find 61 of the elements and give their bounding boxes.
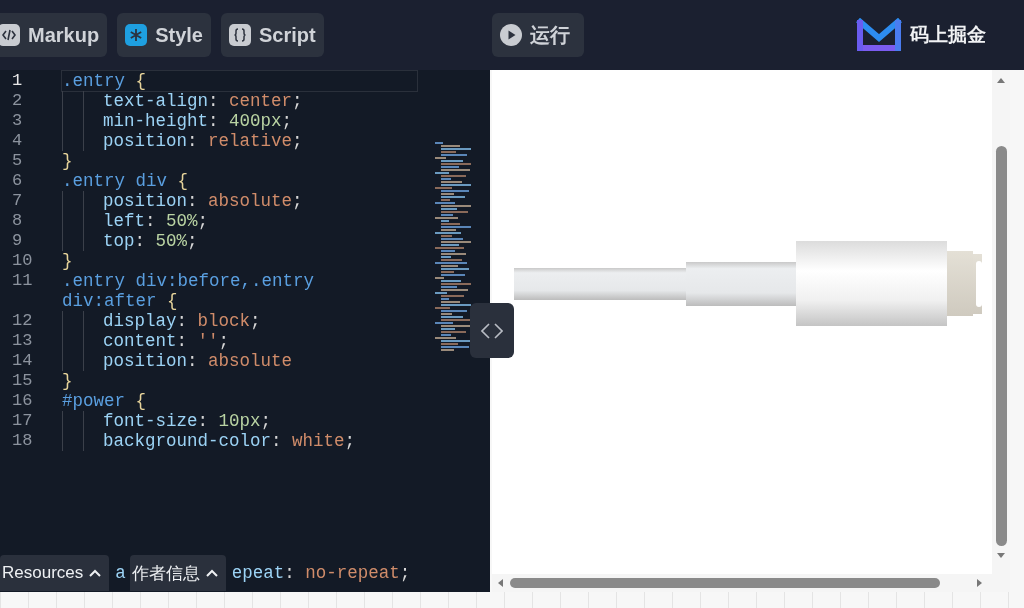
code-line: left: 50%; <box>103 211 210 231</box>
scroll-left-icon[interactable] <box>496 578 504 588</box>
logo-icon <box>856 18 902 52</box>
caret-icon <box>205 569 218 577</box>
scroll-up-icon[interactable] <box>996 76 1006 84</box>
line-number: 3 <box>11 111 24 130</box>
code-line: a <box>114 563 126 583</box>
code-line: } <box>62 251 74 271</box>
line-number: 4 <box>11 131 24 150</box>
scroll-down-icon[interactable] <box>996 552 1006 560</box>
line-number: 14 <box>11 351 34 370</box>
code-editor[interactable] <box>0 70 490 592</box>
line-number: 7 <box>11 191 24 210</box>
code-line: background-color: white; <box>103 431 357 451</box>
play-icon <box>500 24 522 46</box>
braces-icon <box>228 24 251 46</box>
vertical-scrollbar[interactable] <box>992 70 1010 574</box>
code-line: position: absolute; <box>103 191 304 211</box>
line-number: 5 <box>11 151 24 170</box>
code-line: text-align: center; <box>103 91 304 111</box>
code-line: .entry div:before,.entry div:after { <box>62 271 316 311</box>
scroll-right-icon[interactable] <box>976 578 984 588</box>
code-line: position: absolute <box>103 351 294 371</box>
code-line: } <box>62 371 74 391</box>
panel-toggle-button[interactable]: Resources <box>0 555 110 591</box>
caret-icon <box>89 569 102 577</box>
code-line: #power { <box>62 391 148 411</box>
code-line: content: ''; <box>103 331 231 351</box>
panel-resize-handle[interactable] <box>470 303 514 358</box>
line-number: 15 <box>11 371 34 390</box>
code-line: font-size: 10px; <box>103 411 273 431</box>
code-line: .entry div { <box>62 171 190 191</box>
line-number: 18 <box>11 431 34 450</box>
line-number: 17 <box>11 411 34 430</box>
logo-text: 码上掘金 <box>910 23 986 47</box>
editor-tab[interactable]: Style <box>117 13 211 57</box>
run-button[interactable]: 运行 <box>492 13 584 57</box>
code-line: epeat: no-repeat; <box>230 563 411 583</box>
line-number: 1 <box>11 71 24 90</box>
code-line: min-height: 400px; <box>103 111 294 131</box>
chevron-left-icon <box>481 322 490 339</box>
line-number: 11 <box>11 271 34 290</box>
code-line: display: block; <box>103 311 262 331</box>
line-number: 13 <box>11 331 34 350</box>
code-line: } <box>62 151 74 171</box>
line-number: 8 <box>11 211 24 230</box>
panel-toggle-button[interactable]: 作者信息 <box>129 555 226 591</box>
code-icon <box>0 24 20 46</box>
editor-tab[interactable]: Script <box>220 13 324 57</box>
line-number: 10 <box>11 251 34 270</box>
line-number: 12 <box>11 311 34 330</box>
editor-tab[interactable]: Markup <box>0 13 108 57</box>
chevron-right-icon <box>494 322 503 339</box>
line-number: 2 <box>11 91 24 110</box>
line-number: 6 <box>11 171 24 190</box>
code-line: position: relative; <box>103 131 304 151</box>
line-number: 16 <box>11 391 34 410</box>
code-line: .entry { <box>62 71 417 91</box>
asterisk-icon <box>125 24 148 46</box>
code-line: top: 50%; <box>103 231 199 251</box>
line-number: 9 <box>11 231 24 250</box>
